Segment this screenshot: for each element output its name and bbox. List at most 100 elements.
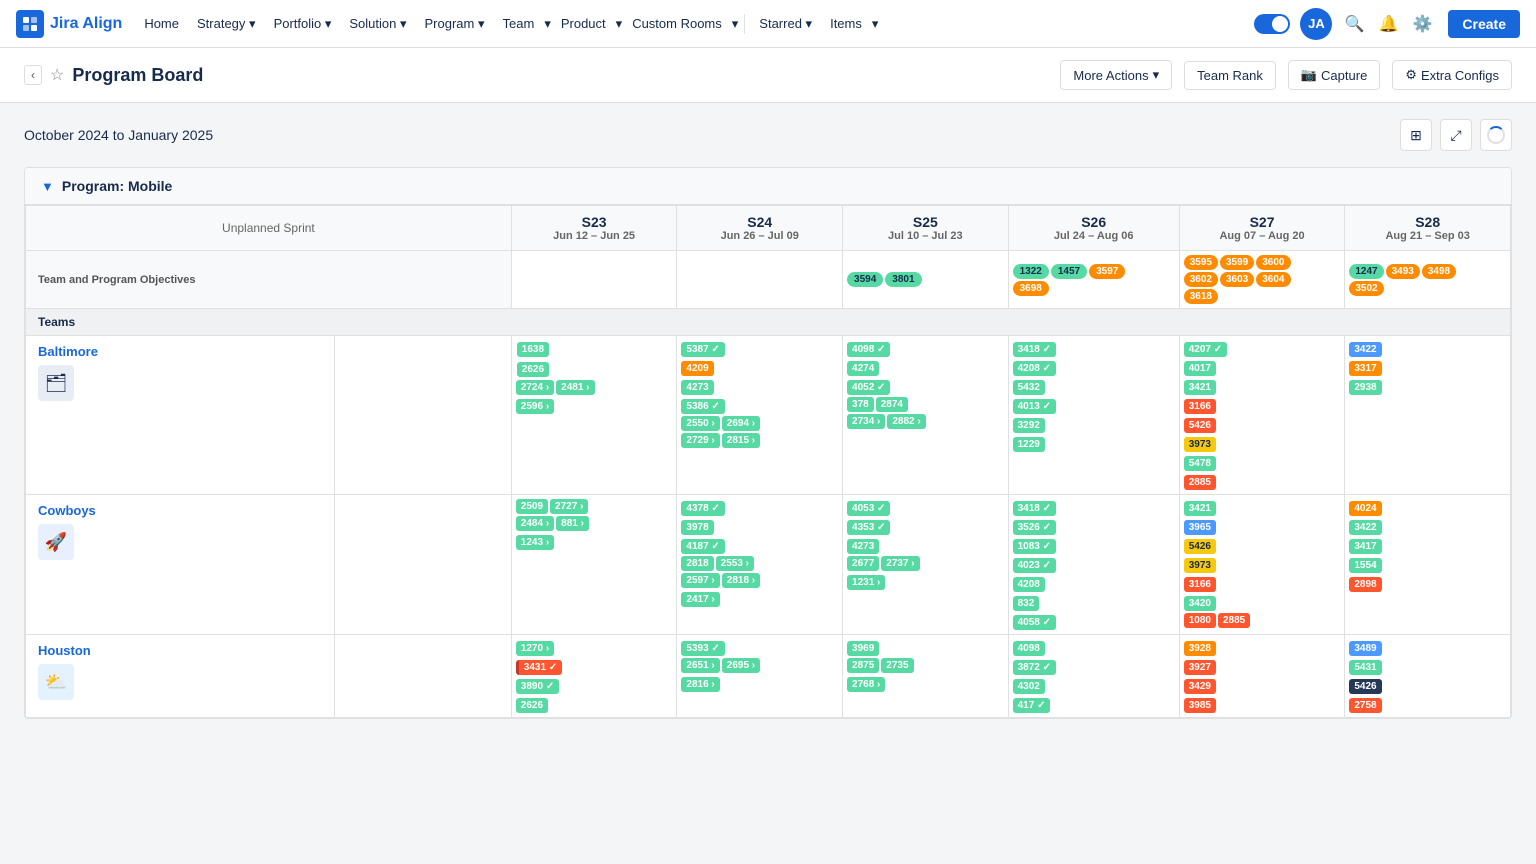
card[interactable]: 1638 (517, 342, 549, 357)
card[interactable]: 2885 (1218, 613, 1250, 628)
card[interactable]: 5426 (1184, 539, 1216, 554)
obj-badge[interactable]: 3801 (885, 272, 921, 287)
team-name-baltimore[interactable]: Baltimore (38, 344, 322, 359)
card[interactable]: 2898 (1349, 577, 1381, 592)
obj-badge[interactable]: 3493 (1386, 264, 1420, 279)
card[interactable]: 3166 (1184, 577, 1216, 592)
obj-badge[interactable]: 1322 (1013, 264, 1049, 279)
nav-portfolio[interactable]: Portfolio ▾ (266, 12, 340, 36)
obj-badge[interactable]: 3618 (1184, 289, 1218, 304)
card[interactable]: 5426 (1349, 679, 1381, 694)
card[interactable]: 5432 (1013, 380, 1045, 395)
card[interactable]: 3429 (1184, 679, 1216, 694)
nav-notifications-btn[interactable]: 🔔 (1372, 8, 1404, 40)
card[interactable]: 2727 › (550, 499, 588, 514)
card[interactable]: 5393 ✓ (681, 641, 724, 656)
card[interactable]: 3418 ✓ (1013, 501, 1056, 516)
card[interactable]: 3431 ✓ (516, 660, 562, 675)
card[interactable]: 3489 (1349, 641, 1381, 656)
card[interactable]: 2724 › (516, 380, 554, 395)
obj-badge[interactable]: 3599 (1220, 255, 1254, 270)
card[interactable]: 2481 › (556, 380, 594, 395)
card[interactable]: 3985 (1184, 698, 1216, 713)
card[interactable]: 3965 (1184, 520, 1216, 535)
nav-product[interactable]: Product (553, 12, 614, 35)
obj-badge[interactable]: 3597 (1089, 264, 1125, 279)
obj-badge[interactable]: 3602 (1184, 272, 1218, 287)
star-icon[interactable]: ☆ (50, 65, 64, 85)
obj-badge[interactable]: 3498 (1422, 264, 1456, 279)
nav-strategy[interactable]: Strategy ▾ (189, 12, 264, 36)
card[interactable]: 2553 › (716, 556, 754, 571)
card[interactable]: 2815 › (722, 433, 760, 448)
card[interactable]: 1229 (1013, 437, 1045, 452)
card[interactable]: 4098 ✓ (847, 342, 890, 357)
team-rank-button[interactable]: Team Rank (1184, 61, 1276, 90)
card[interactable]: 2694 › (722, 416, 760, 431)
card[interactable]: 3973 (1184, 437, 1216, 452)
card[interactable]: 4273 (847, 539, 879, 554)
card[interactable]: 3417 (1349, 539, 1381, 554)
card[interactable]: 4023 ✓ (1013, 558, 1056, 573)
card[interactable]: 2626 (517, 362, 549, 377)
card[interactable]: 5431 (1349, 660, 1381, 675)
card[interactable]: 5386 ✓ (681, 399, 724, 414)
card[interactable]: 417 ✓ (1013, 698, 1051, 713)
card[interactable]: 4017 (1184, 361, 1216, 376)
card[interactable]: 4024 (1349, 501, 1381, 516)
card[interactable]: 2735 (881, 658, 913, 673)
card[interactable]: 4052 ✓ (847, 380, 890, 395)
card[interactable]: 4209 (681, 361, 713, 376)
card[interactable]: 2758 (1349, 698, 1381, 713)
card[interactable]: 3526 ✓ (1013, 520, 1056, 535)
fullscreen-btn[interactable]: ⤢ (1440, 119, 1472, 151)
card[interactable]: 5426 (1184, 418, 1216, 433)
obj-badge[interactable]: 3604 (1256, 272, 1290, 287)
card[interactable]: 3978 (681, 520, 713, 535)
card[interactable]: 2651 › (681, 658, 719, 673)
card[interactable]: 2484 › (516, 516, 554, 531)
card[interactable]: 832 (1013, 596, 1040, 611)
card[interactable]: 2882 › (887, 414, 925, 429)
card[interactable]: 2677 (847, 556, 879, 571)
nav-home[interactable]: Home (136, 12, 187, 35)
card[interactable]: 4378 ✓ (681, 501, 724, 516)
card[interactable]: 3422 (1349, 342, 1381, 357)
nav-avatar-btn[interactable]: JA (1300, 8, 1332, 40)
card[interactable]: 2818 (681, 556, 713, 571)
card[interactable]: 2816 › (681, 677, 719, 692)
card[interactable]: 3969 (847, 641, 879, 656)
card[interactable]: 2874 (876, 397, 908, 412)
obj-badge[interactable]: 3502 (1349, 281, 1383, 296)
card[interactable]: 2729 › (681, 433, 719, 448)
card[interactable]: 2417 › (681, 592, 719, 607)
program-collapse-icon[interactable]: ▼ (41, 179, 54, 194)
obj-badge[interactable]: 1247 (1349, 264, 1383, 279)
card[interactable]: 5387 ✓ (681, 342, 724, 357)
theme-toggle[interactable] (1254, 14, 1290, 34)
obj-badge[interactable]: 3600 (1256, 255, 1290, 270)
card[interactable]: 881 › (556, 516, 589, 531)
nav-search-btn[interactable]: 🔍 (1338, 8, 1370, 40)
card[interactable]: 1554 (1349, 558, 1381, 573)
card[interactable]: 2626 (516, 698, 548, 713)
nav-solution[interactable]: Solution ▾ (341, 12, 414, 36)
card[interactable]: 3421 (1184, 501, 1216, 516)
card[interactable]: 4208 ✓ (1013, 361, 1056, 376)
card[interactable]: 2737 › (881, 556, 919, 571)
card[interactable]: 2695 › (722, 658, 760, 673)
obj-badge[interactable]: 3603 (1220, 272, 1254, 287)
card[interactable]: 4187 ✓ (681, 539, 724, 554)
create-button[interactable]: Create (1448, 10, 1520, 38)
card[interactable]: 1080 (1184, 613, 1216, 628)
card[interactable]: 4013 ✓ (1013, 399, 1056, 414)
card[interactable]: 2509 (516, 499, 548, 514)
obj-badge[interactable]: 3594 (847, 272, 883, 287)
fit-view-btn[interactable]: ⊞ (1400, 119, 1432, 151)
card[interactable]: 1270 › (516, 641, 554, 656)
card[interactable]: 3928 (1184, 641, 1216, 656)
obj-badge[interactable]: 3595 (1184, 255, 1218, 270)
card[interactable]: 4302 (1013, 679, 1045, 694)
card[interactable]: 2768 › (847, 677, 885, 692)
sidebar-collapse-btn[interactable]: ‹ (24, 65, 42, 85)
